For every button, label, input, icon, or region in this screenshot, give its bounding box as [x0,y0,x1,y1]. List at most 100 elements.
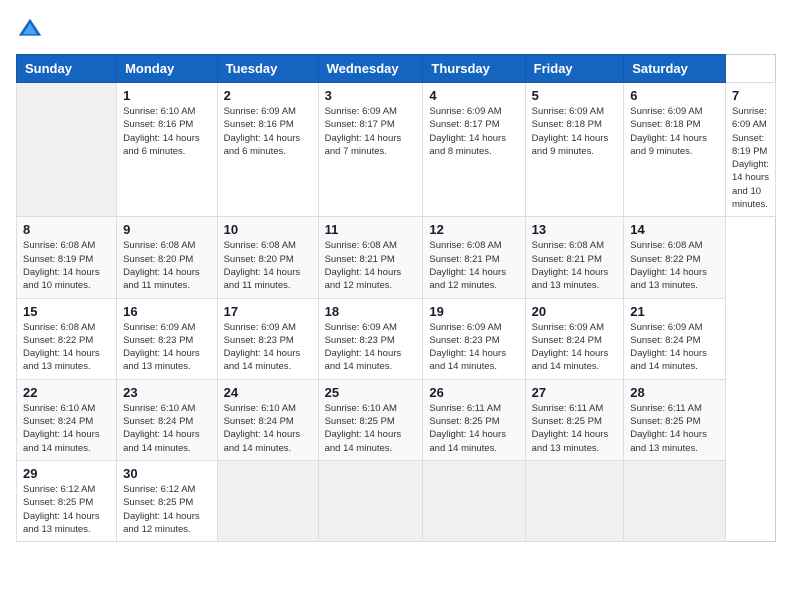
weekday-header-cell: Wednesday [318,55,423,83]
calendar-day-cell: 24 Sunrise: 6:10 AMSunset: 8:24 PMDayligh… [217,379,318,460]
logo-icon [16,16,44,44]
calendar-day-cell [318,460,423,541]
day-detail: Sunrise: 6:10 AMSunset: 8:24 PMDaylight:… [224,402,312,455]
day-number: 19 [429,304,518,319]
day-detail: Sunrise: 6:09 AMSunset: 8:23 PMDaylight:… [224,321,312,374]
calendar-day-cell: 3 Sunrise: 6:09 AMSunset: 8:17 PMDaylight… [318,83,423,217]
day-number: 8 [23,222,110,237]
weekday-header-cell: Saturday [624,55,726,83]
day-detail: Sunrise: 6:08 AMSunset: 8:22 PMDaylight:… [23,321,110,374]
day-number: 23 [123,385,211,400]
day-number: 2 [224,88,312,103]
day-detail: Sunrise: 6:08 AMSunset: 8:21 PMDaylight:… [532,239,618,292]
day-detail: Sunrise: 6:09 AMSunset: 8:23 PMDaylight:… [325,321,417,374]
day-detail: Sunrise: 6:12 AMSunset: 8:25 PMDaylight:… [123,483,211,536]
calendar-day-cell: 20 Sunrise: 6:09 AMSunset: 8:24 PMDayligh… [525,298,624,379]
calendar-day-cell: 15 Sunrise: 6:08 AMSunset: 8:22 PMDayligh… [17,298,117,379]
logo [16,16,48,44]
calendar-day-cell: 29 Sunrise: 6:12 AMSunset: 8:25 PMDayligh… [17,460,117,541]
calendar-day-cell: 10Sunrise: 6:08 AMSunset: 8:20 PMDayligh… [217,217,318,298]
day-detail: Sunrise: 6:08 AMSunset: 8:21 PMDaylight:… [429,239,518,292]
calendar-day-cell: 11Sunrise: 6:08 AMSunset: 8:21 PMDayligh… [318,217,423,298]
calendar-week-row: 22 Sunrise: 6:10 AMSunset: 8:24 PMDayligh… [17,379,776,460]
calendar-day-cell: 27Sunrise: 6:11 AMSunset: 8:25 PMDayligh… [525,379,624,460]
day-number: 15 [23,304,110,319]
day-detail: Sunrise: 6:11 AMSunset: 8:25 PMDaylight:… [429,402,518,455]
weekday-header-cell: Friday [525,55,624,83]
calendar-day-cell: 1 Sunrise: 6:10 AMSunset: 8:16 PMDaylight… [117,83,218,217]
day-number: 4 [429,88,518,103]
calendar-week-row: 1 Sunrise: 6:10 AMSunset: 8:16 PMDaylight… [17,83,776,217]
calendar-body: 1 Sunrise: 6:10 AMSunset: 8:16 PMDaylight… [17,83,776,542]
day-detail: Sunrise: 6:10 AMSunset: 8:16 PMDaylight:… [123,105,211,158]
calendar-day-cell: 25Sunrise: 6:10 AMSunset: 8:25 PMDayligh… [318,379,423,460]
day-detail: Sunrise: 6:09 AMSunset: 8:17 PMDaylight:… [325,105,417,158]
calendar-day-cell: 13 Sunrise: 6:08 AMSunset: 8:21 PMDayligh… [525,217,624,298]
calendar-day-cell: 4 Sunrise: 6:09 AMSunset: 8:17 PMDaylight… [423,83,525,217]
day-detail: Sunrise: 6:09 AMSunset: 8:24 PMDaylight:… [630,321,719,374]
day-detail: Sunrise: 6:09 AMSunset: 8:16 PMDaylight:… [224,105,312,158]
day-number: 11 [325,222,417,237]
day-number: 3 [325,88,417,103]
calendar-day-cell: 19 Sunrise: 6:09 AMSunset: 8:23 PMDayligh… [423,298,525,379]
weekday-header-cell: Sunday [17,55,117,83]
day-number: 13 [532,222,618,237]
day-detail: Sunrise: 6:09 AMSunset: 8:23 PMDaylight:… [429,321,518,374]
calendar-day-cell: 12 Sunrise: 6:08 AMSunset: 8:21 PMDayligh… [423,217,525,298]
calendar-day-cell [217,460,318,541]
calendar-day-cell: 17 Sunrise: 6:09 AMSunset: 8:23 PMDayligh… [217,298,318,379]
day-detail: Sunrise: 6:10 AMSunset: 8:24 PMDaylight:… [23,402,110,455]
calendar-week-row: 29 Sunrise: 6:12 AMSunset: 8:25 PMDayligh… [17,460,776,541]
day-detail: Sunrise: 6:09 AMSunset: 8:19 PMDaylight:… [732,105,769,211]
day-number: 17 [224,304,312,319]
day-number: 27 [532,385,618,400]
day-detail: Sunrise: 6:09 AMSunset: 8:24 PMDaylight:… [532,321,618,374]
calendar-day-cell: 8 Sunrise: 6:08 AMSunset: 8:19 PMDaylight… [17,217,117,298]
calendar-day-cell: 16 Sunrise: 6:09 AMSunset: 8:23 PMDayligh… [117,298,218,379]
day-number: 26 [429,385,518,400]
calendar-week-row: 15 Sunrise: 6:08 AMSunset: 8:22 PMDayligh… [17,298,776,379]
day-number: 28 [630,385,719,400]
calendar-day-cell: 14 Sunrise: 6:08 AMSunset: 8:22 PMDayligh… [624,217,726,298]
day-number: 29 [23,466,110,481]
day-number: 20 [532,304,618,319]
day-number: 9 [123,222,211,237]
calendar-week-row: 8 Sunrise: 6:08 AMSunset: 8:19 PMDaylight… [17,217,776,298]
page-header [16,16,776,44]
weekday-header-cell: Thursday [423,55,525,83]
day-detail: Sunrise: 6:08 AMSunset: 8:20 PMDaylight:… [123,239,211,292]
day-detail: Sunrise: 6:11 AMSunset: 8:25 PMDaylight:… [630,402,719,455]
day-number: 16 [123,304,211,319]
day-detail: Sunrise: 6:09 AMSunset: 8:18 PMDaylight:… [532,105,618,158]
calendar-day-cell: 6 Sunrise: 6:09 AMSunset: 8:18 PMDaylight… [624,83,726,217]
calendar-day-cell: 30 Sunrise: 6:12 AMSunset: 8:25 PMDayligh… [117,460,218,541]
day-detail: Sunrise: 6:09 AMSunset: 8:17 PMDaylight:… [429,105,518,158]
calendar-day-cell: 23Sunrise: 6:10 AMSunset: 8:24 PMDayligh… [117,379,218,460]
calendar-day-cell: 28 Sunrise: 6:11 AMSunset: 8:25 PMDayligh… [624,379,726,460]
calendar-day-cell: 21Sunrise: 6:09 AMSunset: 8:24 PMDayligh… [624,298,726,379]
day-number: 1 [123,88,211,103]
day-detail: Sunrise: 6:09 AMSunset: 8:18 PMDaylight:… [630,105,719,158]
day-number: 30 [123,466,211,481]
weekday-header-row: SundayMondayTuesdayWednesdayThursdayFrid… [17,55,776,83]
day-number: 6 [630,88,719,103]
day-number: 14 [630,222,719,237]
day-number: 22 [23,385,110,400]
day-number: 5 [532,88,618,103]
day-detail: Sunrise: 6:09 AMSunset: 8:23 PMDaylight:… [123,321,211,374]
day-detail: Sunrise: 6:08 AMSunset: 8:19 PMDaylight:… [23,239,110,292]
calendar-day-cell: 18Sunrise: 6:09 AMSunset: 8:23 PMDayligh… [318,298,423,379]
calendar-day-cell: 5 Sunrise: 6:09 AMSunset: 8:18 PMDaylight… [525,83,624,217]
day-detail: Sunrise: 6:08 AMSunset: 8:20 PMDaylight:… [224,239,312,292]
calendar-day-cell [17,83,117,217]
day-detail: Sunrise: 6:08 AMSunset: 8:22 PMDaylight:… [630,239,719,292]
weekday-header-cell: Monday [117,55,218,83]
day-detail: Sunrise: 6:12 AMSunset: 8:25 PMDaylight:… [23,483,110,536]
calendar-day-cell: 7 Sunrise: 6:09 AMSunset: 8:19 PMDaylight… [725,83,775,217]
day-number: 24 [224,385,312,400]
calendar-table: SundayMondayTuesdayWednesdayThursdayFrid… [16,54,776,542]
day-number: 12 [429,222,518,237]
weekday-header-cell: Tuesday [217,55,318,83]
day-number: 25 [325,385,417,400]
day-number: 7 [732,88,769,103]
